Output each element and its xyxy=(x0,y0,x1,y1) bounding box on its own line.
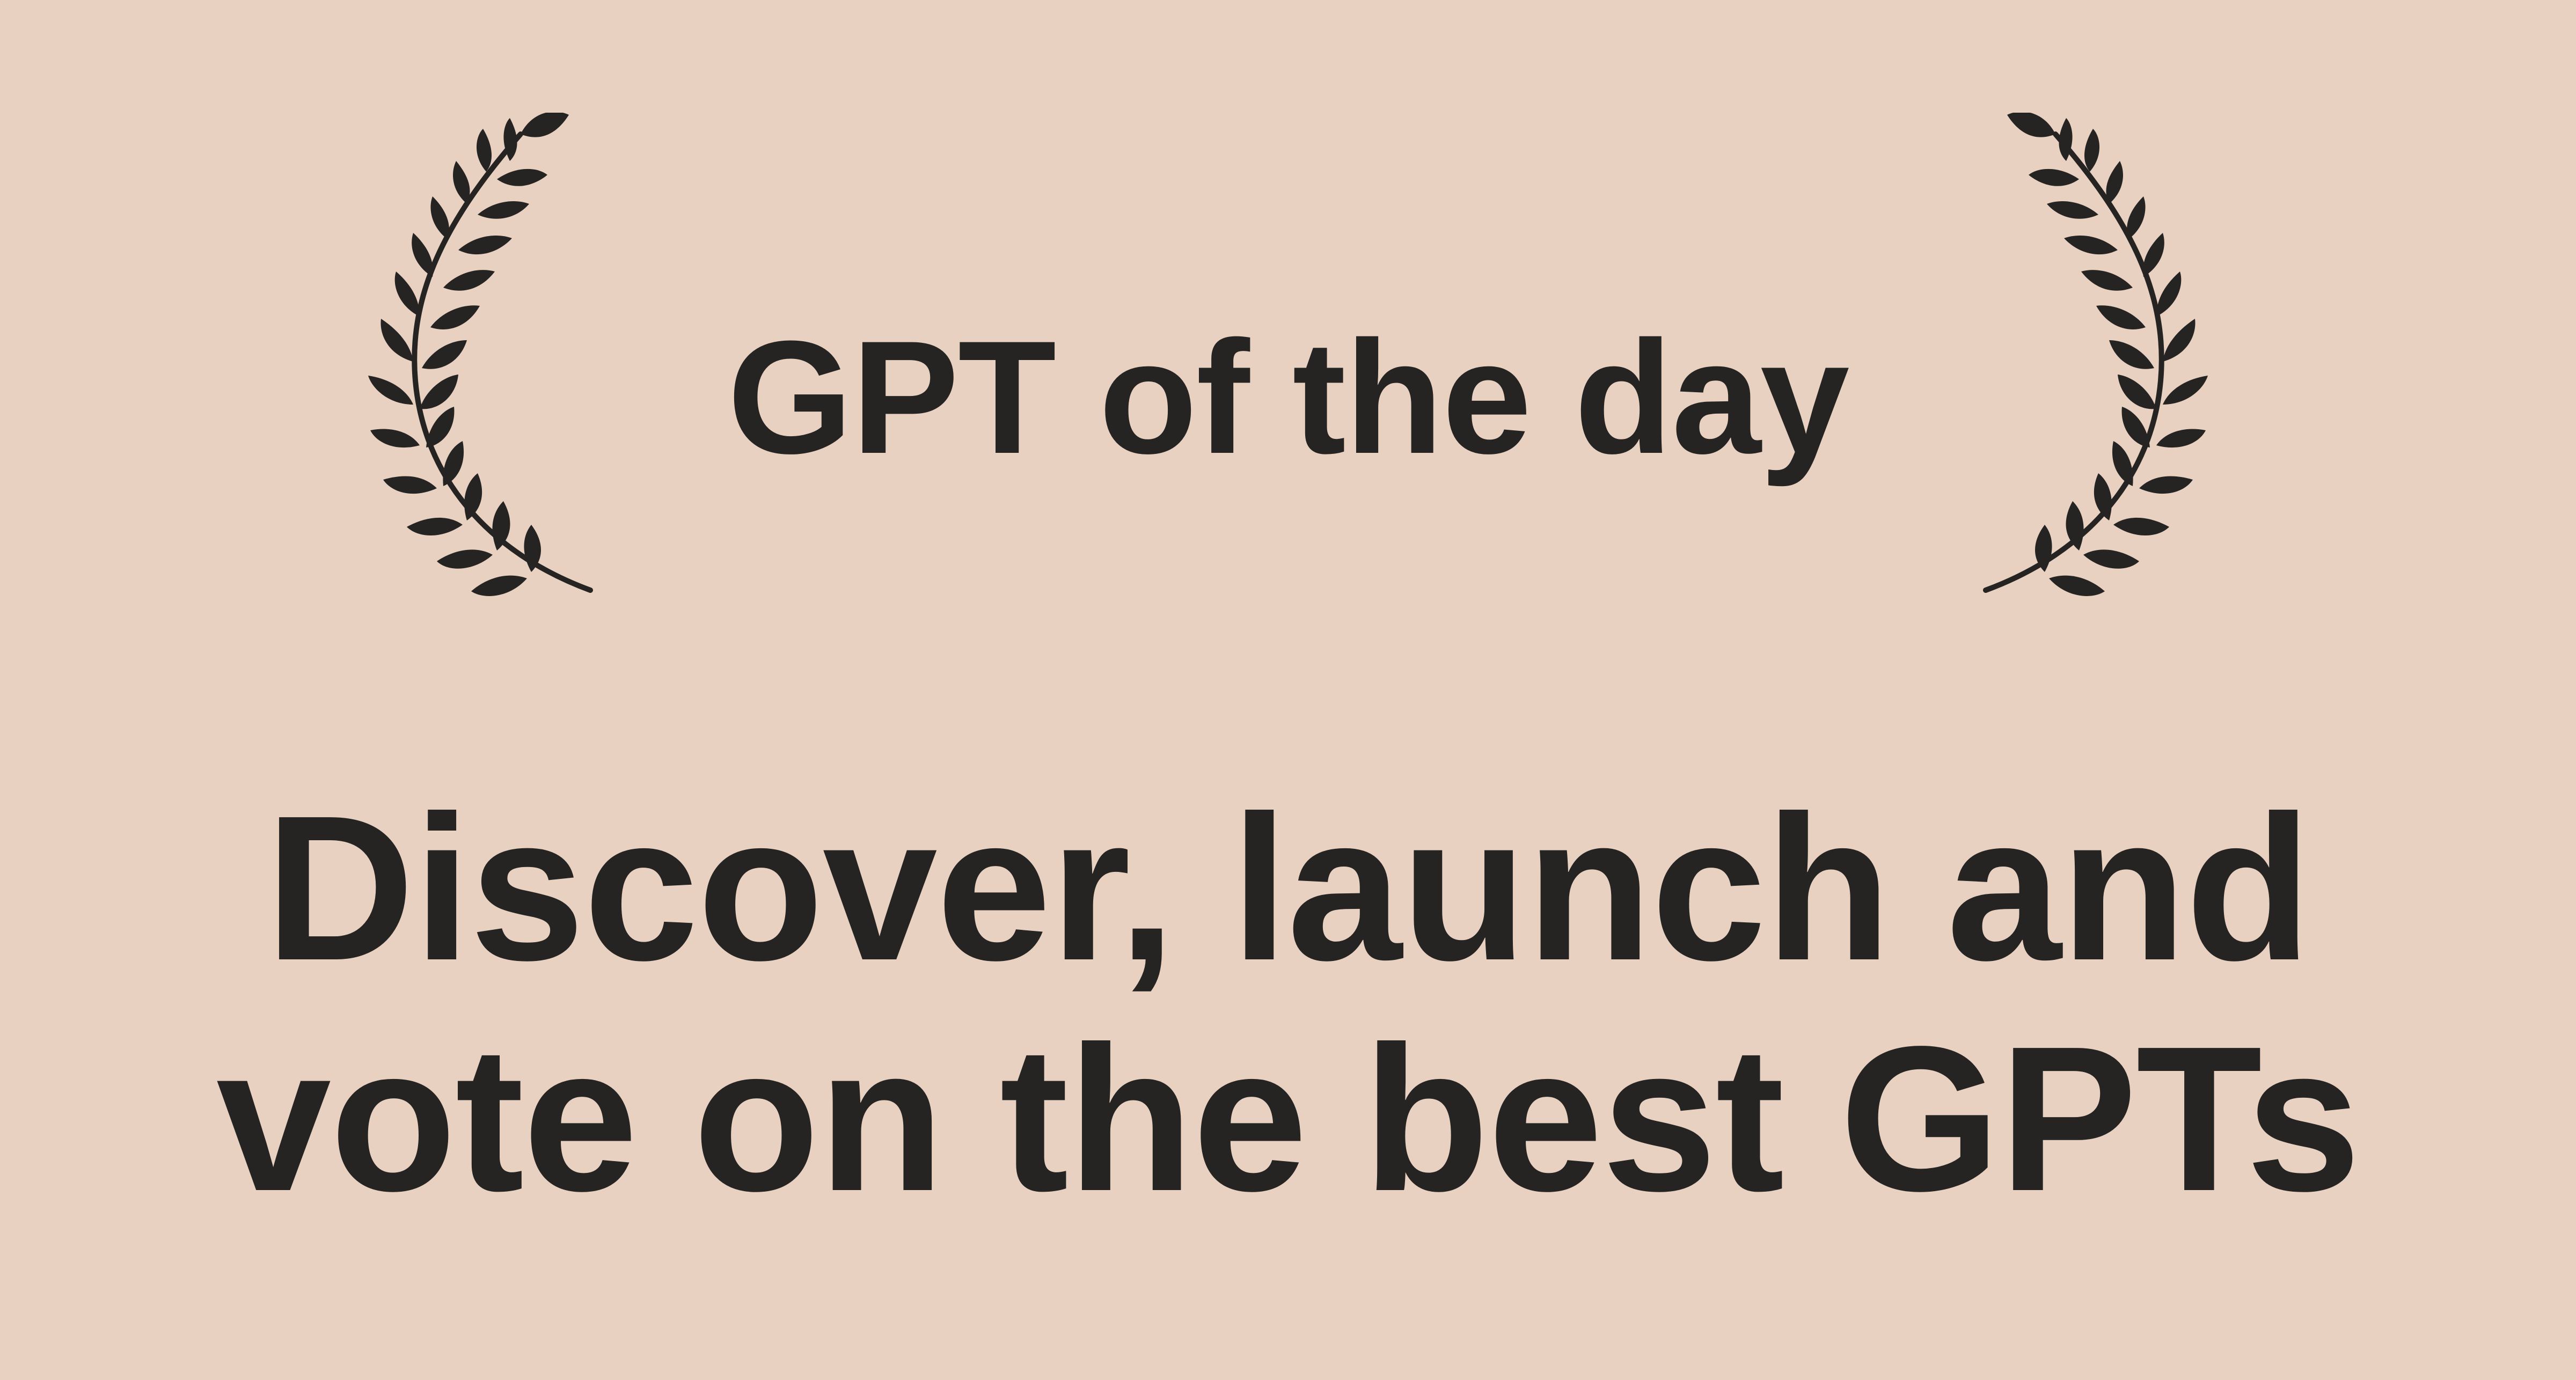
banner: GPT of the day Discover, launch and vote… xyxy=(0,0,2576,1380)
gpt-of-the-day-badge: GPT of the day xyxy=(0,0,2576,644)
laurel-left-icon xyxy=(368,113,593,596)
tagline-line-2: vote on the best GPTs xyxy=(216,1003,2361,1234)
badge-title: GPT of the day xyxy=(727,307,1850,487)
laurel-right-icon xyxy=(1983,113,2208,596)
tagline-line-1: Discover, launch and xyxy=(265,772,2311,1003)
tagline: Discover, launch and vote on the best GP… xyxy=(107,773,2469,1234)
